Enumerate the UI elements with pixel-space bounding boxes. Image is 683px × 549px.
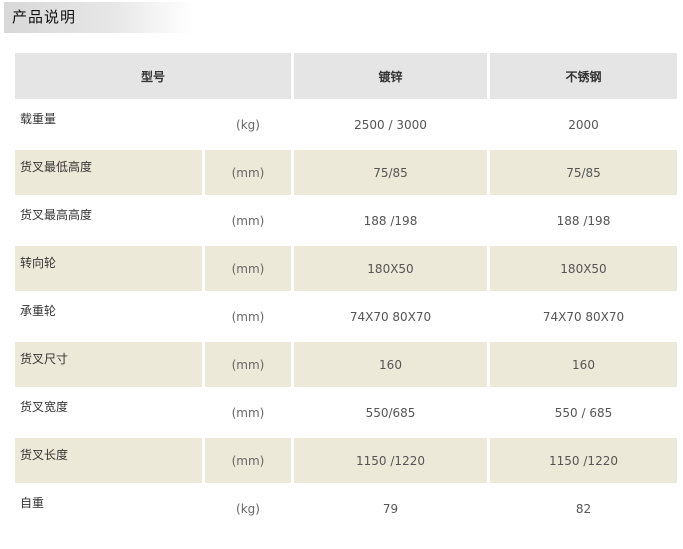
row-label: 承重轮	[20, 304, 57, 318]
table-row: 承重轮 (mm) 74X70 80X70 74X70 80X70	[15, 294, 677, 339]
row-label: 自重	[20, 496, 45, 510]
row-unit: (mm)	[205, 150, 291, 195]
row-label: 货叉最低高度	[20, 160, 93, 174]
row-value-stainless: 188 /198	[556, 213, 611, 228]
row-value-galvanized: 180X50	[294, 246, 487, 291]
row-value-galvanized: 2500 / 3000	[354, 117, 427, 132]
row-value-galvanized: 188 /198	[363, 213, 418, 228]
row-unit: (kg)	[236, 117, 260, 132]
spec-table: 型号 镀锌 不锈钢 载重量 (kg) 2500 / 3000 2000 货叉最低…	[12, 50, 680, 534]
row-value-stainless: 1150 /1220	[490, 438, 677, 483]
header-row: 型号 镀锌 不锈钢	[15, 53, 677, 99]
row-value-galvanized: 79	[382, 501, 399, 516]
row-label: 货叉长度	[20, 448, 69, 462]
row-value-stainless: 2000	[568, 117, 599, 132]
table-row: 载重量 (kg) 2500 / 3000 2000	[15, 102, 677, 147]
section-title: 产品说明	[4, 2, 194, 33]
table-row: 货叉宽度 (mm) 550/685 550 / 685	[15, 390, 677, 435]
table-row: 货叉最低高度 (mm) 75/85 75/85	[15, 150, 677, 195]
header-stainless: 不锈钢	[490, 53, 677, 99]
row-value-stainless: 82	[575, 501, 592, 516]
header-model: 型号	[15, 53, 291, 99]
table-row: 货叉长度 (mm) 1150 /1220 1150 /1220	[15, 438, 677, 483]
row-value-galvanized: 1150 /1220	[294, 438, 487, 483]
header-galvanized: 镀锌	[294, 53, 487, 99]
row-label: 货叉最高高度	[20, 208, 93, 222]
row-label: 货叉宽度	[20, 400, 69, 414]
row-unit: (kg)	[236, 501, 260, 516]
row-value-stainless: 180X50	[490, 246, 677, 291]
row-value-stainless: 160	[490, 342, 677, 387]
table-row: 货叉尺寸 (mm) 160 160	[15, 342, 677, 387]
row-value-galvanized: 74X70 80X70	[349, 309, 432, 324]
row-label: 载重量	[20, 112, 57, 126]
row-value-stainless: 550 / 685	[554, 405, 613, 420]
row-unit: (mm)	[205, 438, 291, 483]
row-unit: (mm)	[205, 342, 291, 387]
row-unit: (mm)	[231, 309, 265, 324]
row-unit: (mm)	[205, 246, 291, 291]
row-label: 转向轮	[20, 256, 57, 270]
row-value-galvanized: 75/85	[294, 150, 487, 195]
table-row: 货叉最高高度 (mm) 188 /198 188 /198	[15, 198, 677, 243]
row-unit: (mm)	[231, 213, 265, 228]
table-row: 自重 (kg) 79 82	[15, 486, 677, 531]
row-value-stainless: 75/85	[490, 150, 677, 195]
table-row: 转向轮 (mm) 180X50 180X50	[15, 246, 677, 291]
row-value-galvanized: 160	[294, 342, 487, 387]
row-label: 货叉尺寸	[20, 352, 69, 366]
row-unit: (mm)	[231, 405, 265, 420]
row-value-galvanized: 550/685	[365, 405, 416, 420]
row-value-stainless: 74X70 80X70	[542, 309, 625, 324]
